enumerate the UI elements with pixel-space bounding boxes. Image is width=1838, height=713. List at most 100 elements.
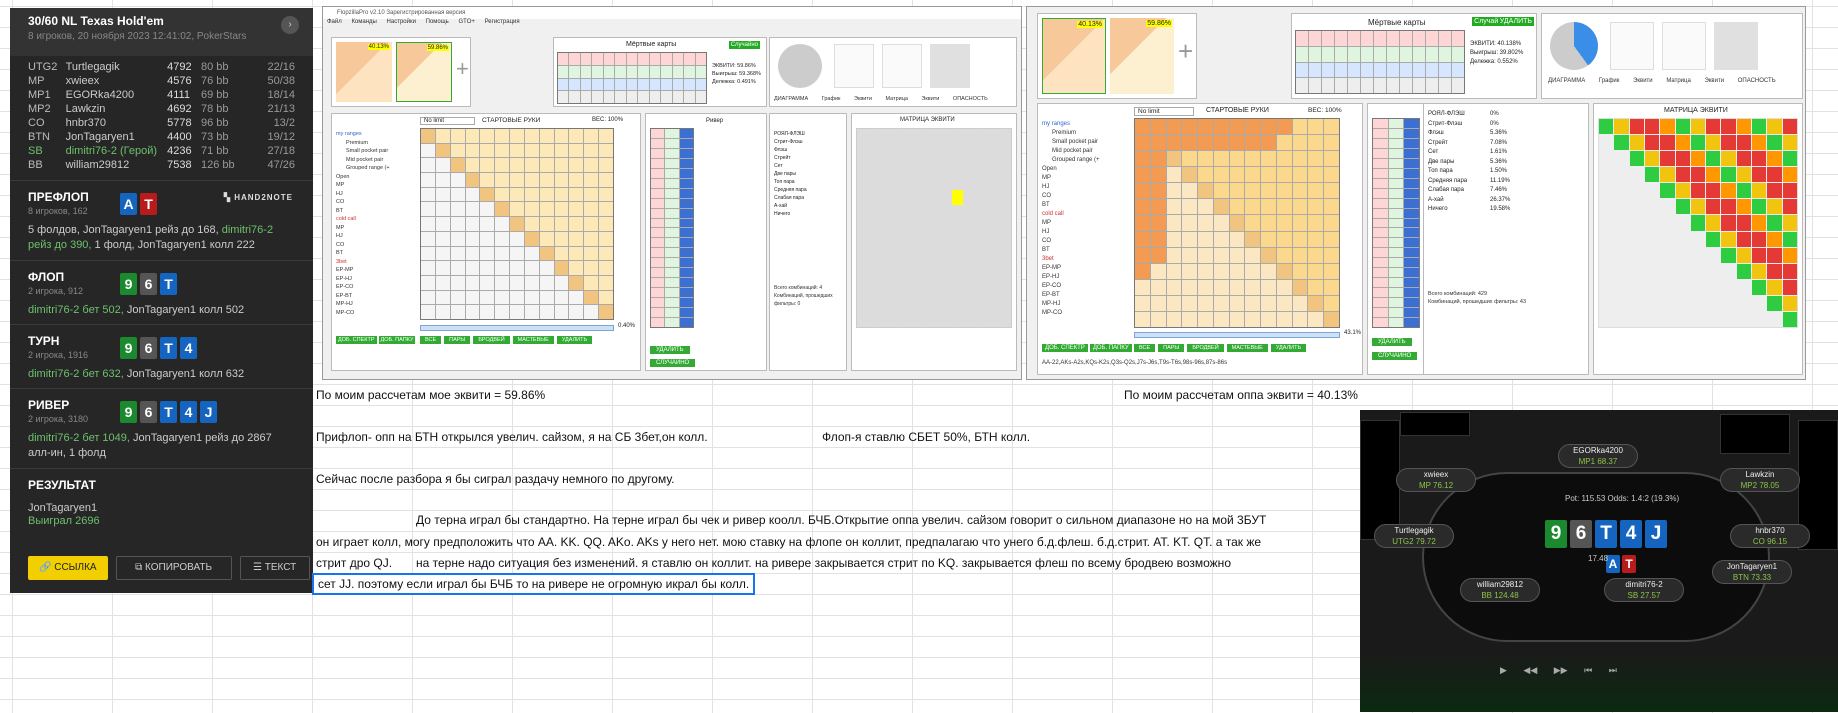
range-action-button[interactable]: ВСЕ <box>420 336 442 344</box>
menu-item[interactable]: Регистрация <box>485 19 520 25</box>
tree-item[interactable]: CO <box>1042 237 1132 246</box>
range-action-button[interactable]: УДАЛИТЬ <box>1270 344 1307 352</box>
limit-select[interactable]: No limit <box>420 117 475 125</box>
board-card-picker[interactable] <box>650 128 694 328</box>
tree-item[interactable]: MP <box>336 224 416 233</box>
tree-item[interactable]: Premium <box>336 139 416 148</box>
text-button[interactable]: ☰ ТЕКСТ <box>239 556 310 580</box>
seat[interactable]: Lawkzin MP2 78.05 <box>1720 468 1800 492</box>
board-card-picker[interactable] <box>1372 118 1420 328</box>
add-range-icon[interactable]: + <box>456 56 469 82</box>
cell-analysis-3a[interactable]: стрит дро QJ. <box>316 556 392 570</box>
range-action-button[interactable]: МАСТЕВЫЕ <box>512 336 554 344</box>
add-folder-button[interactable]: ДОБ. ПАПКУ <box>378 336 416 344</box>
tab-equity-graph[interactable]: График Эквити <box>1599 78 1653 84</box>
tree-item[interactable]: BT <box>336 207 416 216</box>
tab-equity-matrix[interactable]: Матрица Эквити <box>1666 78 1724 84</box>
tree-item[interactable]: 3bet <box>1042 255 1132 264</box>
tree-item[interactable]: Mid pocket pair <box>336 156 416 165</box>
tree-item[interactable]: Grouped range (+ <box>336 164 416 173</box>
seat[interactable]: JonTagaryen1 BTN 73.33 <box>1712 560 1792 584</box>
tree-item[interactable]: HJ <box>336 232 416 241</box>
add-spectrum-button[interactable]: ДОБ. СПЕКТР <box>1042 344 1088 352</box>
random-board-button[interactable]: СЛУЧАЙНО <box>1372 352 1418 360</box>
tab-danger[interactable]: ОПАСНОСТЬ <box>953 96 988 102</box>
add-range-icon[interactable]: + <box>1178 36 1193 67</box>
tab-diagram[interactable]: ДИАГРАММА <box>1548 78 1585 84</box>
replay-controls[interactable]: ▶ ◀◀ ▶▶ ⏮ ⏭ <box>1500 665 1617 676</box>
tree-item[interactable]: Open <box>336 173 416 182</box>
tree-item[interactable]: EP-MP <box>1042 264 1132 273</box>
tab-danger[interactable]: ОПАСНОСТЬ <box>1738 78 1776 84</box>
seat[interactable]: EGORka4200 MP1 68.37 <box>1558 444 1638 468</box>
copy-button[interactable]: ⧉ КОПИРОВАТЬ <box>115 556 232 580</box>
tree-item[interactable]: BT <box>336 249 416 258</box>
range-action-button[interactable]: ВСЕ <box>1134 344 1156 352</box>
card-deck-grid[interactable] <box>1295 30 1465 94</box>
cell-flop-note[interactable]: Флоп-я ставлю СБЕТ 50%, БТН колл. <box>822 430 1030 444</box>
tree-item[interactable]: 3bet <box>336 258 416 267</box>
tree-item[interactable]: EP-HJ <box>1042 273 1132 282</box>
range-action-button[interactable]: МАСТЕВЫЕ <box>1226 344 1268 352</box>
range-thumb-2[interactable]: 59.86% <box>396 42 452 102</box>
tree-item[interactable]: cold call <box>336 215 416 224</box>
tree-item[interactable]: MP-CO <box>1042 309 1132 318</box>
seat[interactable]: william29812 BB 124.48 <box>1460 578 1540 602</box>
seat[interactable]: hnbr370 CO 96.15 <box>1730 524 1810 548</box>
tree-item[interactable]: MP-HJ <box>1042 300 1132 309</box>
random-button[interactable]: Случайно <box>728 41 760 49</box>
menu-item[interactable]: Команды <box>351 19 376 25</box>
tree-item[interactable]: MP-CO <box>336 309 416 318</box>
tab-equity-graph[interactable]: График Эквити <box>822 96 872 102</box>
cell-review-note[interactable]: Сейчас после разбора я бы сиграл раздачу… <box>316 472 675 486</box>
seat[interactable]: dimitri76-2 SB 27.57 <box>1604 578 1684 602</box>
delete-button[interactable]: УДАЛИТЬ <box>650 346 690 354</box>
seat[interactable]: xwieex MP 76.12 <box>1396 468 1476 492</box>
tab-equity-matrix[interactable]: Матрица Эквити <box>885 96 939 102</box>
cell-opp-equity[interactable]: По моим рассчетам оппа эквити = 40.13% <box>1124 388 1358 402</box>
menu-item[interactable]: Файл <box>327 19 342 25</box>
tree-item[interactable]: EP-MP <box>336 266 416 275</box>
tree-item[interactable]: Open <box>1042 165 1132 174</box>
range-action-button[interactable]: УДАЛИТЬ <box>556 336 593 344</box>
tree-item[interactable]: BT <box>1042 246 1132 255</box>
cell-analysis-2[interactable]: он играет колл, могу предположить что AA… <box>316 535 1360 549</box>
cell-preflop-note[interactable]: Прифлоп- опп на БТН открылся увелич. сай… <box>316 430 708 444</box>
tree-item[interactable]: CO <box>336 198 416 207</box>
tree-item[interactable]: HJ <box>1042 228 1132 237</box>
tree-item[interactable]: cold call <box>1042 210 1132 219</box>
hand-range-matrix[interactable] <box>1134 118 1340 328</box>
tree-item[interactable]: Mid pocket pair <box>1042 147 1132 156</box>
hand-range-matrix[interactable] <box>420 128 614 320</box>
tree-item[interactable]: Small pocket pair <box>1042 138 1132 147</box>
tree-item[interactable]: Premium <box>1042 129 1132 138</box>
link-button[interactable]: 🔗 ССЫЛКА <box>28 556 108 580</box>
tree-item[interactable]: BT <box>1042 201 1132 210</box>
tree-item[interactable]: CO <box>336 241 416 250</box>
clear-button[interactable]: УДАЛИТЬ <box>1497 17 1534 26</box>
tree-item[interactable]: EP-BT <box>336 292 416 301</box>
cell-analysis-1[interactable]: До терна играл бы стандартно. На терне и… <box>416 513 1360 527</box>
cell-my-equity[interactable]: По моим рассчетам мое эквити = 59.86% <box>316 388 545 402</box>
range-thumb-2[interactable]: 59.86% <box>1110 18 1174 94</box>
tree-item[interactable]: MP-HJ <box>336 300 416 309</box>
delete-button[interactable]: УДАЛИТЬ <box>1372 338 1412 346</box>
tree-item[interactable]: Grouped range (+ <box>1042 156 1132 165</box>
range-action-button[interactable]: БРОДВЕЙ <box>473 336 510 344</box>
tree-item[interactable]: EP-CO <box>1042 282 1132 291</box>
range-action-button[interactable]: ПАРЫ <box>1158 344 1185 352</box>
tree-item[interactable]: EP-HJ <box>336 275 416 284</box>
seat[interactable]: Turtlegagik UTG2 79.72 <box>1374 524 1454 548</box>
range-thumb-1[interactable]: 40.13% <box>1042 18 1106 94</box>
tree-item[interactable]: HJ <box>1042 183 1132 192</box>
tree-item[interactable]: EP-BT <box>1042 291 1132 300</box>
tab-diagram[interactable]: ДИАГРАММА <box>774 96 808 102</box>
tree-item[interactable]: HJ <box>336 190 416 199</box>
tree-item[interactable]: MP <box>336 181 416 190</box>
random-board-button[interactable]: СЛУЧАЙНО <box>650 359 696 367</box>
menu-item[interactable]: Настройки <box>387 19 416 25</box>
add-folder-button[interactable]: ДОБ. ПАПКУ <box>1089 344 1132 352</box>
range-slider[interactable] <box>1134 332 1340 338</box>
range-slider[interactable] <box>420 325 614 331</box>
add-spectrum-button[interactable]: ДОБ. СПЕКТР <box>336 336 377 344</box>
